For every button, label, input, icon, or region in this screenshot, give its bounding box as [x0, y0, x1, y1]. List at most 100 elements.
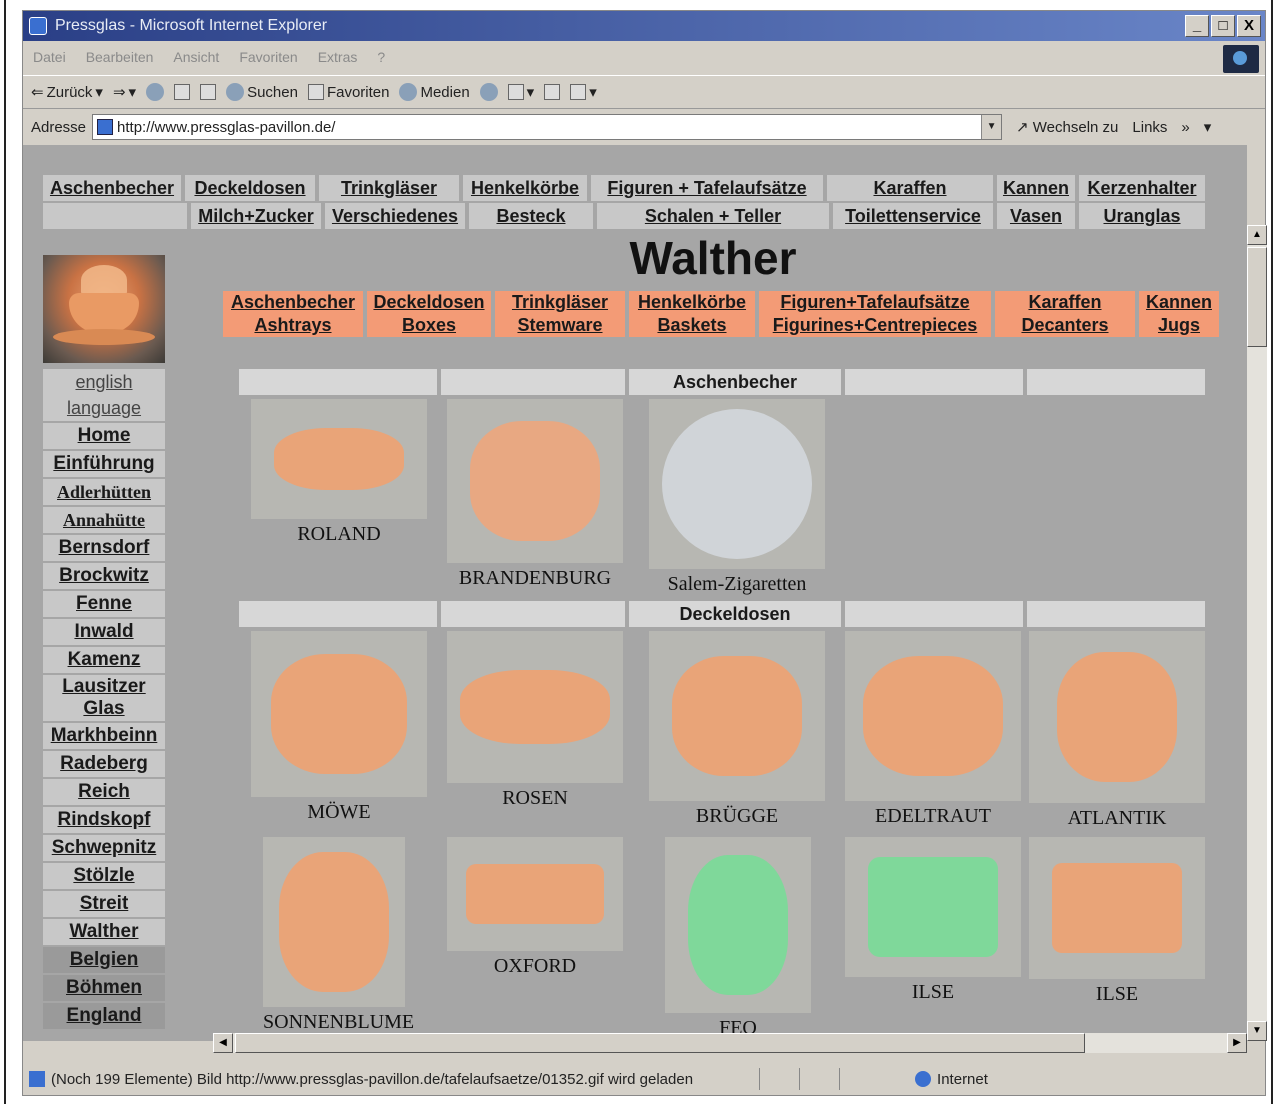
cat-karaffen[interactable]: Karaffen Decanters	[995, 291, 1135, 337]
back-button[interactable]: ⇐ Zurück ▾	[31, 83, 103, 102]
nav-toilettenservice[interactable]: Toilettenservice	[833, 203, 993, 229]
cat-trinkglaeser[interactable]: Trinkgläser Stemware	[495, 291, 625, 337]
nav-henkelkoerbe[interactable]: Henkelkörbe	[463, 175, 587, 201]
print-button[interactable]	[544, 84, 561, 100]
nav-trinkglaeser[interactable]: Trinkgläser	[319, 175, 459, 201]
ie-icon	[29, 17, 47, 35]
product-brandenburg[interactable]: BRANDENBURG	[447, 399, 623, 590]
sidebar-item-england[interactable]: England	[43, 1003, 165, 1029]
cat-kannen[interactable]: Kannen Jugs	[1139, 291, 1219, 337]
menu-ansicht[interactable]: Ansicht	[173, 49, 219, 65]
forward-button[interactable]: ⇒ ▾	[113, 83, 136, 101]
sidebar-item-streit[interactable]: Streit	[43, 891, 165, 917]
product-atlantik[interactable]: ATLANTIK	[1029, 631, 1205, 830]
search-button[interactable]: Suchen	[226, 83, 298, 101]
menu-bearbeiten[interactable]: Bearbeiten	[86, 49, 154, 65]
product-moewe[interactable]: MÖWE	[251, 631, 427, 824]
sidebar-item-radeberg[interactable]: Radeberg	[43, 751, 165, 777]
go-button[interactable]: ↗ Wechseln zu	[1016, 118, 1118, 136]
box-shape	[688, 855, 788, 995]
menu-datei[interactable]: Datei	[33, 49, 66, 65]
toolbar-extra-icon[interactable]: ▾	[1204, 118, 1212, 136]
nav-verschiedenes[interactable]: Verschiedenes	[325, 203, 465, 229]
sidebar-item-adlerhuetten[interactable]: Adlerhütten	[43, 479, 165, 505]
home-button[interactable]	[200, 84, 217, 100]
favorites-button[interactable]: Favoriten	[307, 84, 389, 101]
horizontal-scrollbar[interactable]: ◀ ▶	[213, 1033, 1247, 1053]
menu-extras[interactable]: Extras	[318, 49, 358, 65]
cat-en-label: Boxes	[401, 315, 457, 335]
product-feo[interactable]: FEO	[665, 837, 811, 1040]
sidebar-item-schwepnitz[interactable]: Schwepnitz	[43, 835, 165, 861]
horizontal-scroll-thumb[interactable]	[235, 1033, 1085, 1053]
sidebar-item-annahuette[interactable]: Annahütte	[43, 507, 165, 533]
nav-figuren[interactable]: Figuren + Tafelaufsätze	[591, 175, 823, 201]
page-icon	[97, 119, 114, 135]
scroll-up-icon[interactable]: ▲	[1247, 225, 1267, 245]
menu-favoriten[interactable]: Favoriten	[239, 49, 297, 65]
sidebar-item-fenne[interactable]: Fenne	[43, 591, 165, 617]
cat-henkelkoerbe[interactable]: Henkelkörbe Baskets	[629, 291, 755, 337]
links-button[interactable]: Links	[1132, 119, 1167, 136]
scroll-right-icon[interactable]: ▶	[1227, 1033, 1247, 1053]
sidebar-item-home[interactable]: Home	[43, 423, 165, 449]
product-oxford[interactable]: OXFORD	[447, 837, 623, 978]
product-ilse-pink[interactable]: ILSE	[1029, 837, 1205, 1006]
box-shape	[466, 864, 604, 924]
scroll-left-icon[interactable]: ◀	[213, 1033, 233, 1053]
sidebar-item-inwald[interactable]: Inwald	[43, 619, 165, 645]
address-input[interactable]: http://www.pressglas-pavillon.de/ ▼	[92, 114, 1003, 140]
cat-figuren[interactable]: Figuren+Tafelaufsätze Figurines+Centrepie…	[759, 291, 991, 337]
nav-empty-cell	[43, 203, 187, 229]
nav-milch-zucker[interactable]: Milch+Zucker	[191, 203, 321, 229]
mail-button[interactable]: ▾	[507, 83, 534, 101]
nav-karaffen[interactable]: Karaffen	[827, 175, 993, 201]
nav-deckeldosen[interactable]: Deckeldosen	[185, 175, 315, 201]
sidebar-item-bernsdorf[interactable]: Bernsdorf	[43, 535, 165, 561]
sidebar-item-boehmen[interactable]: Böhmen	[43, 975, 165, 1001]
nav-schalen-teller[interactable]: Schalen + Teller	[597, 203, 829, 229]
sidebar-item-lausitzer-glas[interactable]: Lausitzer Glas	[43, 675, 165, 721]
media-button[interactable]: Medien	[399, 83, 470, 101]
scroll-down-icon[interactable]: ▼	[1247, 1021, 1267, 1041]
product-roland[interactable]: ROLAND	[251, 399, 427, 546]
sidebar-language[interactable]: language	[43, 395, 165, 421]
nav-besteck[interactable]: Besteck	[469, 203, 593, 229]
stop-button[interactable]	[146, 83, 165, 101]
close-button[interactable]: X	[1237, 15, 1261, 37]
edit-button[interactable]: ▾	[570, 83, 597, 101]
refresh-button[interactable]	[174, 84, 191, 100]
sidebar-item-kamenz[interactable]: Kamenz	[43, 647, 165, 673]
sidebar-item-walther[interactable]: Walther	[43, 919, 165, 945]
product-sonnenblume[interactable]: SONNENBLUME	[263, 837, 439, 1034]
minimize-button[interactable]: _	[1185, 15, 1209, 37]
nav-kannen[interactable]: Kannen	[997, 175, 1075, 201]
maximize-button[interactable]: □	[1211, 15, 1235, 37]
nav-vasen[interactable]: Vasen	[997, 203, 1075, 229]
product-salem[interactable]: Salem-Zigaretten	[649, 399, 825, 596]
menu-help[interactable]: ?	[377, 49, 385, 65]
vertical-scroll-thumb[interactable]	[1247, 247, 1267, 347]
cat-en-label: Decanters	[1021, 315, 1109, 335]
product-edeltraut[interactable]: EDELTRAUT	[845, 631, 1021, 828]
chevron-right-icon[interactable]: »	[1181, 119, 1189, 136]
cat-deckeldosen[interactable]: Deckeldosen Boxes	[367, 291, 491, 337]
product-rosen[interactable]: ROSEN	[447, 631, 623, 810]
cat-aschenbecher[interactable]: Aschenbecher Ashtrays	[223, 291, 363, 337]
product-bruegge[interactable]: BRÜGGE	[649, 631, 825, 828]
product-ilse-green[interactable]: ILSE	[845, 837, 1021, 1004]
sidebar-english[interactable]: english	[43, 369, 165, 395]
address-dropdown-icon[interactable]: ▼	[981, 115, 1002, 139]
sidebar-item-brockwitz[interactable]: Brockwitz	[43, 563, 165, 589]
sidebar-item-rindskopf[interactable]: Rindskopf	[43, 807, 165, 833]
vertical-scrollbar[interactable]: ▲ ▼	[1247, 225, 1267, 1041]
sidebar-item-einfuehrung[interactable]: Einführung	[43, 451, 165, 477]
sidebar-item-markhbeinn[interactable]: Markhbeinn	[43, 723, 165, 749]
sidebar-item-stoelzle[interactable]: Stölzle	[43, 863, 165, 889]
nav-kerzenhalter[interactable]: Kerzenhalter	[1079, 175, 1205, 201]
nav-aschenbecher[interactable]: Aschenbecher	[43, 175, 181, 201]
sidebar-item-belgien[interactable]: Belgien	[43, 947, 165, 973]
history-button[interactable]	[479, 83, 498, 101]
nav-uranglas[interactable]: Uranglas	[1079, 203, 1205, 229]
sidebar-item-reich[interactable]: Reich	[43, 779, 165, 805]
